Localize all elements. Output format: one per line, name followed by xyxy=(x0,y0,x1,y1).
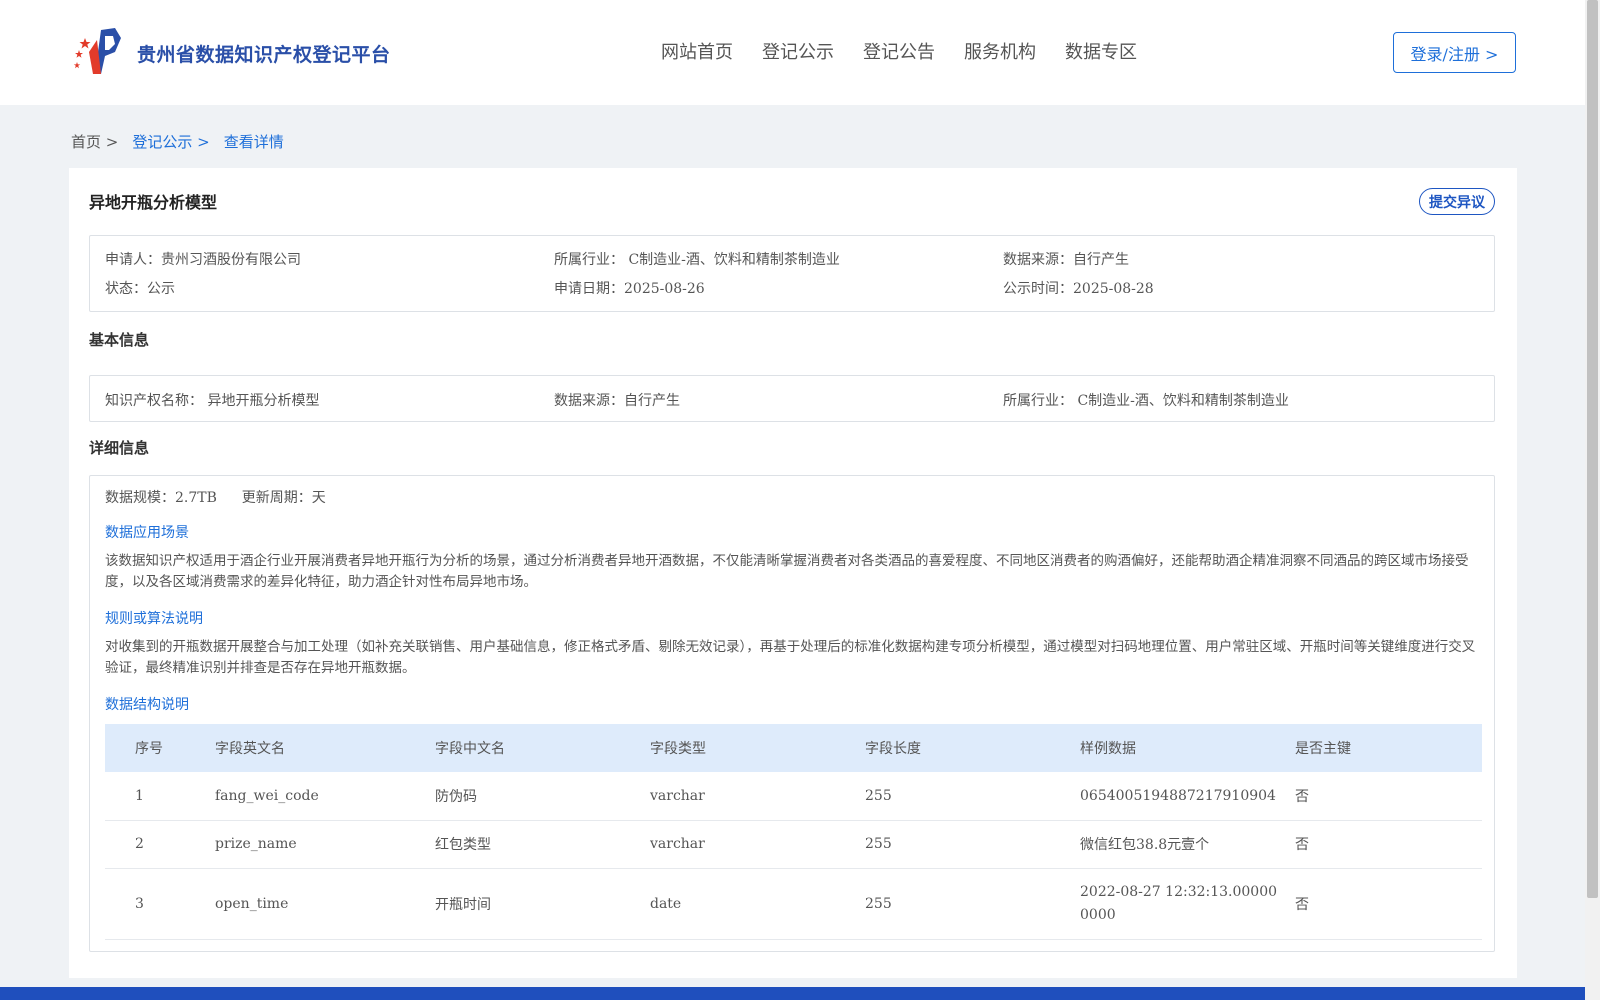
publish-date-value: 2025-08-28 xyxy=(1073,281,1154,297)
publish-date-field: 公示时间：2025-08-28 xyxy=(1003,278,1154,298)
source-label: 数据来源： xyxy=(1003,252,1073,268)
footer-bar xyxy=(0,987,1585,1000)
cell-cn-name: 防伪码 xyxy=(435,772,650,821)
publish-date-label: 公示时间： xyxy=(1003,281,1073,297)
nav-service-agencies[interactable]: 服务机构 xyxy=(964,38,1036,64)
cell-primary-key: 否 xyxy=(1295,772,1482,821)
nav-registration-publicity[interactable]: 登记公示 xyxy=(762,38,834,64)
apply-date-label: 申请日期： xyxy=(554,281,624,297)
algorithm-title: 规则或算法说明 xyxy=(105,611,203,627)
scale-value: 2.7TB xyxy=(175,490,217,506)
applicant-field: 申请人：贵州习酒股份有限公司 xyxy=(105,249,301,269)
algorithm-text: 对收集到的开瓶数据开展整合与加工处理（如补充关联销售、用户基础信息，修正格式矛盾… xyxy=(105,639,1476,676)
apply-date-field: 申请日期：2025-08-26 xyxy=(554,278,705,298)
cycle-value: 天 xyxy=(311,490,326,506)
breadcrumb-publicity[interactable]: 登记公示 > xyxy=(132,131,209,152)
scale-label: 数据规模： xyxy=(105,490,175,506)
ip-name-value: 异地开瓶分析模型 xyxy=(207,393,320,409)
col-header-cn-name: 字段中文名 xyxy=(435,724,650,772)
applicant-label: 申请人： xyxy=(105,252,161,268)
detail-panel: 异地开瓶分析模型 提交异议 申请人：贵州习酒股份有限公司 所属行业： C制造业-… xyxy=(69,168,1517,978)
cell-type: date xyxy=(650,868,865,940)
page-title: 异地开瓶分析模型 xyxy=(89,193,218,212)
basic-industry-field: 所属行业： C制造业-酒、饮料和精制茶制造业 xyxy=(1003,390,1289,410)
cell-index: 1 xyxy=(105,772,215,821)
col-header-sample: 样例数据 xyxy=(1080,724,1295,772)
status-label: 状态： xyxy=(105,281,147,297)
cell-primary-key: 否 xyxy=(1295,868,1482,940)
col-header-en-name: 字段英文名 xyxy=(215,724,435,772)
basic-info-title: 基本信息 xyxy=(89,331,150,349)
col-header-length: 字段长度 xyxy=(865,724,1080,772)
source-value: 自行产生 xyxy=(1073,252,1129,268)
site-title[interactable]: 贵州省数据知识产权登记平台 xyxy=(137,40,391,67)
industry-value: C制造业-酒、饮料和精制茶制造业 xyxy=(628,252,840,268)
industry-field: 所属行业： C制造业-酒、饮料和精制茶制造业 xyxy=(554,249,840,269)
cell-en-name: fang_wei_code xyxy=(215,772,435,821)
data-structure-table: 序号 字段英文名 字段中文名 字段类型 字段长度 样例数据 是否主键 1 fan… xyxy=(105,724,1482,940)
login-register-button[interactable]: 登录/注册 > xyxy=(1393,32,1516,73)
table-row: 2 prize_name 红包类型 varchar 255 微信红包38.8元壹… xyxy=(105,820,1482,869)
breadcrumb: 首页 > 登记公示 > 查看详情 xyxy=(71,131,298,152)
cell-cn-name: 开瓶时间 xyxy=(435,868,650,940)
cell-en-name: open_time xyxy=(215,868,435,940)
top-header: 贵州省数据知识产权登记平台 网站首页 登记公示 登记公告 服务机构 数据专区 登… xyxy=(0,0,1585,105)
basic-info-box: 知识产权名称： 异地开瓶分析模型 数据来源：自行产生 所属行业： C制造业-酒、… xyxy=(89,375,1495,422)
cell-type: varchar xyxy=(650,772,865,821)
structure-title: 数据结构说明 xyxy=(105,697,189,713)
breadcrumb-current: 查看详情 xyxy=(223,133,284,151)
source-field: 数据来源：自行产生 xyxy=(1003,249,1129,269)
summary-box: 申请人：贵州习酒股份有限公司 所属行业： C制造业-酒、饮料和精制茶制造业 数据… xyxy=(89,235,1495,312)
detail-info-box: 数据规模：2.7TB 更新周期：天 数据应用场景 该数据知识产权适用于酒企行业开… xyxy=(89,475,1495,952)
basic-source-field: 数据来源：自行产生 xyxy=(554,390,680,410)
cell-primary-key: 否 xyxy=(1295,820,1482,869)
basic-source-label: 数据来源： xyxy=(554,393,624,409)
cell-en-name: prize_name xyxy=(215,820,435,869)
nav-registration-announcement[interactable]: 登记公告 xyxy=(863,38,935,64)
table-header-row: 序号 字段英文名 字段中文名 字段类型 字段长度 样例数据 是否主键 xyxy=(105,724,1482,772)
nav-data-zone[interactable]: 数据专区 xyxy=(1065,38,1137,64)
scenario-title: 数据应用场景 xyxy=(105,525,189,541)
platform-logo-icon[interactable] xyxy=(71,26,131,78)
scale-cycle-line: 数据规模：2.7TB 更新周期：天 xyxy=(105,487,326,507)
col-header-primary-key: 是否主键 xyxy=(1295,724,1482,772)
status-value: 公示 xyxy=(147,281,175,297)
cycle-label: 更新周期： xyxy=(241,490,312,506)
basic-source-value: 自行产生 xyxy=(624,393,680,409)
submit-objection-button[interactable]: 提交异议 xyxy=(1419,188,1495,215)
main-nav: 网站首页 登记公示 登记公告 服务机构 数据专区 xyxy=(661,38,1166,64)
cell-index: 2 xyxy=(105,820,215,869)
ip-name-label: 知识产权名称： xyxy=(105,393,203,409)
cell-cn-name: 红包类型 xyxy=(435,820,650,869)
detail-info-title: 详细信息 xyxy=(89,439,150,457)
vertical-scrollbar[interactable] xyxy=(1585,0,1600,1000)
basic-industry-label: 所属行业： xyxy=(1003,393,1073,409)
cell-sample: 微信红包38.8元壹个 xyxy=(1080,820,1295,869)
breadcrumb-home[interactable]: 首页 > xyxy=(71,131,118,152)
basic-industry-value: C制造业-酒、饮料和精制茶制造业 xyxy=(1077,393,1289,409)
applicant-value: 贵州习酒股份有限公司 xyxy=(161,252,301,268)
scenario-text: 该数据知识产权适用于酒企行业开展消费者异地开瓶行为分析的场景，通过分析消费者异地… xyxy=(105,553,1469,590)
ip-name-field: 知识产权名称： 异地开瓶分析模型 xyxy=(105,390,319,410)
cell-sample: 0654005194887217910904 xyxy=(1080,772,1295,821)
col-header-type: 字段类型 xyxy=(650,724,865,772)
cell-length: 255 xyxy=(865,772,1080,821)
cell-length: 255 xyxy=(865,868,1080,940)
cell-sample: 2022-08-27 12:32:13.000000000 xyxy=(1080,868,1295,940)
apply-date-value: 2025-08-26 xyxy=(624,281,705,297)
col-header-index: 序号 xyxy=(105,724,215,772)
table-row: 1 fang_wei_code 防伪码 varchar 255 06540051… xyxy=(105,772,1482,821)
cell-length: 255 xyxy=(865,820,1080,869)
industry-label: 所属行业： xyxy=(554,252,624,268)
table-row: 3 open_time 开瓶时间 date 255 2022-08-27 12:… xyxy=(105,868,1482,940)
scrollbar-thumb[interactable] xyxy=(1587,0,1598,898)
nav-home[interactable]: 网站首页 xyxy=(661,38,733,64)
cell-type: varchar xyxy=(650,820,865,869)
status-field: 状态：公示 xyxy=(105,278,175,298)
cell-index: 3 xyxy=(105,868,215,940)
